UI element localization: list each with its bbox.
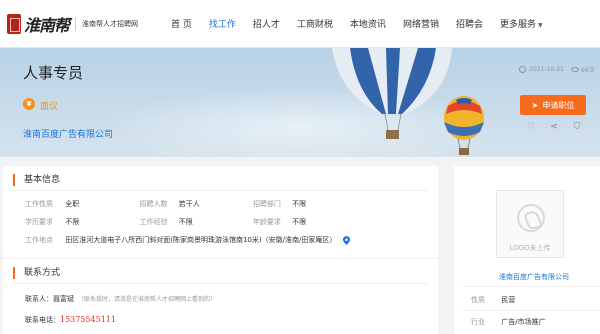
heart-icon[interactable]: ♡ [525, 121, 537, 133]
company-info-value: 广告/市场推广 [501, 318, 546, 326]
info-row: 学历要求 不限 工作经验 不限 年龄要求 不限 [25, 217, 306, 227]
contact-phone-label: 联系电话： [25, 316, 60, 324]
info-value: 全职 [65, 200, 80, 208]
nav-more-label: 更多服务 [499, 20, 536, 30]
eye-icon [570, 67, 579, 72]
post-date: 2021-10-21 [529, 66, 564, 73]
site-logo[interactable]: 淮南帮 淮南帮人才招聘网 [7, 12, 138, 36]
company-info-label: 性质 [471, 296, 485, 304]
info-value: 不限 [292, 218, 307, 226]
nav-find-job[interactable]: 找工作 [209, 17, 236, 30]
location-label: 工作地点 [25, 236, 53, 244]
info-label: 招聘人数 [139, 200, 168, 208]
contact-heading: 联系方式 [13, 267, 60, 279]
info-row: 工作性质 全职 招聘人数 若干人 招聘部门 不限 [25, 199, 306, 209]
logo-placeholder-text: LOGO未上传 [509, 244, 551, 252]
company-info-row: 性质 民营 [471, 295, 515, 305]
contact-card: 联系方式 联系人：聂富斌 （联系我时，请说是在淮南帮人才招聘网上看到的） 联系电话… [3, 258, 438, 334]
info-value: 若干人 [178, 200, 200, 208]
company-info-row: 行业 广告/市场推广 [471, 317, 546, 327]
job-meta: 2021-10-21 66次 [519, 65, 595, 74]
logo-seal-icon [7, 14, 21, 34]
company-card: LOGO未上传 淮南百度广告有限公司 性质 民营 行业 广告/市场推广 [454, 166, 600, 334]
map-pin-icon[interactable] [342, 235, 350, 245]
main-nav: 首 页 找工作 招人才 工商财税 本地资讯 网络营销 招聘会 更多服务 ▼ [171, 17, 560, 30]
company-info-label: 行业 [471, 318, 485, 326]
basic-info-heading: 基本信息 [13, 174, 60, 186]
send-icon: ➤ [531, 100, 539, 110]
info-value: 不限 [65, 218, 80, 226]
logo-placeholder-icon [517, 204, 545, 232]
location-value: 田区淮河大道电子八所西门斜对面(陈家岗景明珠游泳馆南10米)（安徽/淮南/田家庵… [65, 236, 337, 244]
salary-text: 面议 [40, 102, 59, 112]
contact-person-row: 联系人：聂富斌 （联系我时，请说是在淮南帮人才招聘网上看到的） [25, 294, 216, 304]
job-banner: 人事专员 ¥ 面议 淮南百度广告有限公司 2021-10-21 66次 ➤ 申请… [0, 48, 600, 157]
nav-recruit[interactable]: 招人才 [253, 17, 280, 30]
contact-person-label: 联系人： [25, 295, 53, 303]
logo-divider [75, 17, 77, 31]
nav-business-tax[interactable]: 工商财税 [297, 17, 333, 30]
contact-phone-number[interactable]: 15375545111 [60, 315, 116, 324]
contact-person-name: 聂富斌 [53, 295, 74, 303]
company-card-divider [462, 310, 600, 311]
chevron-down-icon: ▼ [537, 22, 543, 29]
clock-icon [519, 66, 526, 73]
section-divider [13, 283, 428, 284]
info-label: 工作经验 [139, 218, 168, 226]
info-label: 工作性质 [25, 200, 53, 208]
contact-note: （联系我时，请说是在淮南帮人才招聘网上看到的） [78, 296, 217, 303]
company-card-name[interactable]: 淮南百度广告有限公司 [499, 272, 569, 282]
info-value: 不限 [292, 200, 307, 208]
hot-air-balloon-illustration [100, 48, 500, 157]
apply-label: 申请职位 [542, 100, 575, 110]
nav-online-marketing[interactable]: 网络营销 [403, 17, 439, 30]
info-label: 学历要求 [25, 218, 53, 226]
location-row: 工作地点 田区淮河大道电子八所西门斜对面(陈家岗景明珠游泳馆南10米)（安徽/淮… [25, 235, 350, 245]
contact-phone-row: 联系电话：15375545111 [25, 315, 116, 325]
nav-job-fair[interactable]: 招聘会 [456, 17, 483, 30]
company-link[interactable]: 淮南百度广告有限公司 [23, 127, 113, 140]
nav-more-services[interactable]: 更多服务 ▼ [500, 17, 543, 30]
logo-subtitle: 淮南帮人才招聘网 [82, 20, 139, 28]
share-icon[interactable]: ⋖ [548, 121, 560, 133]
info-value: 不限 [178, 218, 193, 226]
job-title: 人事专员 [23, 64, 84, 82]
info-label: 年龄要求 [252, 218, 281, 226]
nav-local-news[interactable]: 本地资讯 [350, 17, 386, 30]
company-logo-placeholder: LOGO未上传 [496, 190, 564, 258]
basic-info-card: 基本信息 工作性质 全职 招聘人数 若干人 招聘部门 不限 学历要求 不限 工作… [3, 166, 438, 258]
nav-home[interactable]: 首 页 [171, 17, 192, 30]
apply-button[interactable]: ➤ 申请职位 [520, 95, 586, 115]
site-header: 淮南帮 淮南帮人才招聘网 首 页 找工作 招人才 工商财税 本地资讯 网络营销 … [0, 0, 600, 48]
logo-calligraphy: 淮南帮 [24, 16, 70, 35]
company-info-value: 民营 [501, 296, 516, 304]
info-label: 招聘部门 [252, 200, 281, 208]
section-divider [13, 190, 428, 191]
shield-icon[interactable]: ⛉ [571, 121, 583, 133]
view-count: 66次 [580, 67, 595, 74]
company-card-divider [462, 286, 600, 287]
job-actions: ♡ ⋖ ⛉ [525, 121, 594, 133]
salary-icon: ¥ [23, 98, 35, 110]
